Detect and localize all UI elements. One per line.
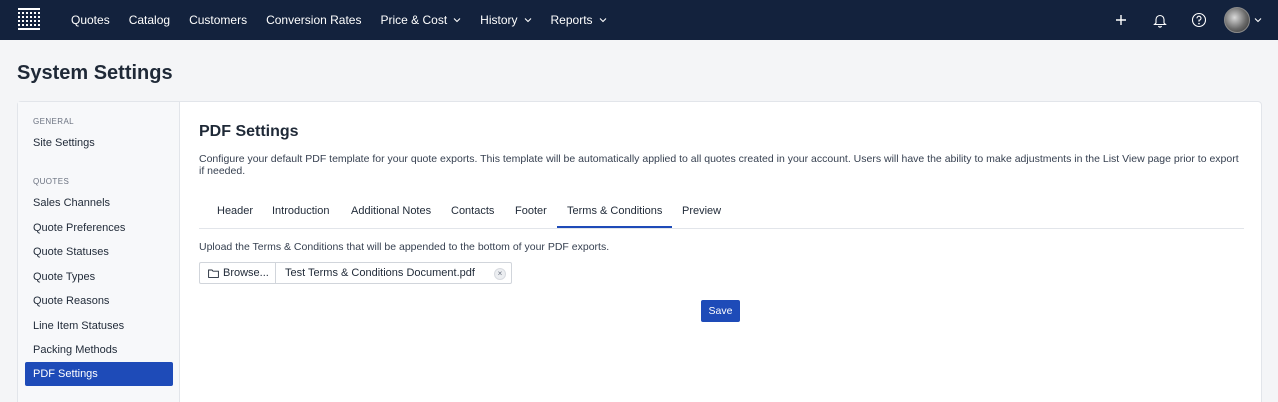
nav-item-label: Quotes xyxy=(71,13,110,27)
tab-additional-notes[interactable]: Additional Notes xyxy=(351,205,431,217)
tab-footer[interactable]: Footer xyxy=(515,205,547,217)
tab-preview[interactable]: Preview xyxy=(682,205,721,217)
nav-item-label: Customers xyxy=(189,13,248,27)
tab-introduction[interactable]: Introduction xyxy=(272,205,329,217)
main-nav: Quotes Catalog Customers Conversion Rate… xyxy=(71,0,626,40)
save-button[interactable]: Save xyxy=(701,300,740,322)
folder-icon xyxy=(208,269,219,278)
help-button[interactable] xyxy=(1189,10,1209,30)
nav-item-reports[interactable]: Reports xyxy=(551,13,607,27)
topbar-actions xyxy=(1092,0,1262,40)
nav-item-label: Price & Cost xyxy=(380,13,448,27)
sidebar-item-packing-methods[interactable]: Packing Methods xyxy=(25,338,173,362)
file-upload-field: Browse... Test Terms & Conditions Docume… xyxy=(199,262,512,284)
section-description: Configure your default PDF template for … xyxy=(199,153,1239,177)
chevron-down-icon[interactable] xyxy=(1254,16,1262,24)
nav-item-conversion-rates[interactable]: Conversion Rates xyxy=(266,13,361,27)
settings-sidebar: GENERAL Site Settings QUOTES Sales Chann… xyxy=(18,102,180,402)
sidebar-item-site-settings[interactable]: Site Settings xyxy=(25,131,173,155)
notifications-button[interactable] xyxy=(1150,10,1170,30)
bell-icon xyxy=(1153,14,1167,28)
nav-item-history[interactable]: History xyxy=(480,13,531,27)
selected-file-name: Test Terms & Conditions Document.pdf xyxy=(285,267,475,279)
tab-terms-conditions[interactable]: Terms & Conditions xyxy=(567,205,662,217)
tab-contacts[interactable]: Contacts xyxy=(451,205,494,217)
sidebar-section-quotes: QUOTES xyxy=(33,177,70,186)
section-title: PDF Settings xyxy=(199,123,299,140)
sidebar-item-line-item-statuses[interactable]: Line Item Statuses xyxy=(25,314,173,338)
sidebar-item-pdf-settings[interactable]: PDF Settings xyxy=(25,362,173,386)
sidebar-item-quote-statuses[interactable]: Quote Statuses xyxy=(25,240,173,264)
nav-item-label: History xyxy=(480,13,518,27)
add-button[interactable] xyxy=(1111,10,1131,30)
help-icon xyxy=(1191,12,1207,28)
chevron-down-icon xyxy=(453,18,461,23)
browse-button[interactable]: Browse... xyxy=(200,263,276,283)
browse-label: Browse... xyxy=(223,267,269,279)
active-tab-indicator xyxy=(557,226,672,228)
nav-item-label: Catalog xyxy=(128,13,171,27)
sidebar-section-general: GENERAL xyxy=(33,117,75,126)
chevron-down-icon xyxy=(524,18,531,23)
nav-item-catalog[interactable]: Catalog xyxy=(129,13,170,27)
top-navigation-bar: Quotes Catalog Customers Conversion Rate… xyxy=(0,0,1278,40)
sidebar-item-quote-reasons[interactable]: Quote Reasons xyxy=(25,289,173,313)
nav-item-label: Reports xyxy=(550,13,593,27)
tab-header[interactable]: Header xyxy=(217,205,253,217)
nav-item-customers[interactable]: Customers xyxy=(189,13,247,27)
avatar[interactable] xyxy=(1224,7,1250,33)
sidebar-item-quote-preferences[interactable]: Quote Preferences xyxy=(25,216,173,240)
sidebar-item-quote-types[interactable]: Quote Types xyxy=(25,265,173,289)
nav-item-quotes[interactable]: Quotes xyxy=(71,13,110,27)
nav-item-label: Conversion Rates xyxy=(266,13,362,27)
plus-icon xyxy=(1116,15,1126,25)
clear-file-button[interactable]: × xyxy=(494,268,506,280)
settings-card: GENERAL Site Settings QUOTES Sales Chann… xyxy=(17,101,1262,402)
pdf-settings-tabs: Header Introduction Additional Notes Con… xyxy=(199,196,1244,229)
nav-item-price-cost[interactable]: Price & Cost xyxy=(380,13,461,27)
upload-instructions: Upload the Terms & Conditions that will … xyxy=(199,241,610,253)
page-title: System Settings xyxy=(17,62,173,84)
chevron-down-icon xyxy=(599,18,606,23)
app-logo-icon[interactable] xyxy=(17,7,41,31)
sidebar-item-sales-channels[interactable]: Sales Channels xyxy=(25,191,173,215)
